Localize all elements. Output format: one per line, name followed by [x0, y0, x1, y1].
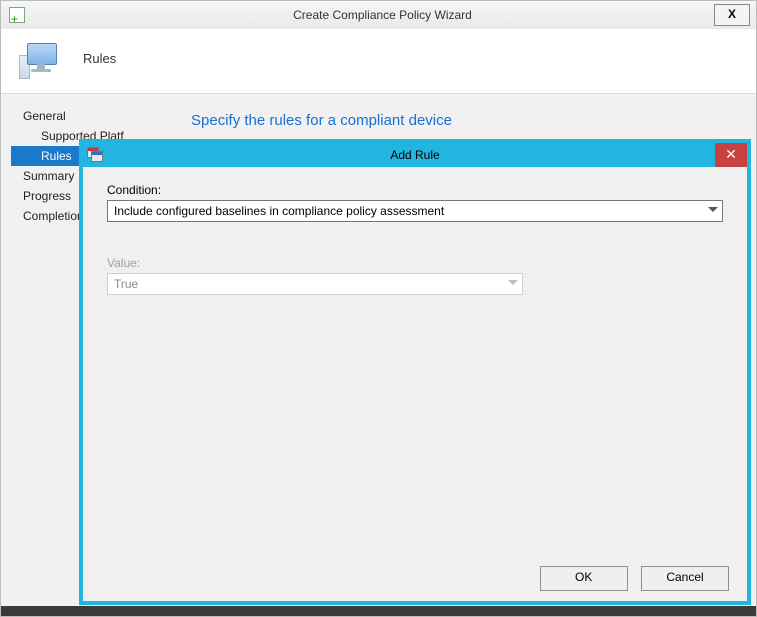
- ok-button[interactable]: OK: [540, 566, 628, 591]
- dialog-form-icon: [87, 147, 103, 163]
- add-rule-dialog: Add Rule ✕ Condition: Include configured…: [79, 139, 751, 605]
- value-dropdown: True: [107, 273, 523, 295]
- dialog-title: Add Rule: [390, 148, 439, 162]
- wizard-titlebar: Create Compliance Policy Wizard X: [1, 1, 756, 30]
- wizard-title: Create Compliance Policy Wizard: [293, 1, 472, 29]
- dialog-titlebar[interactable]: Add Rule ✕: [83, 143, 747, 167]
- dialog-button-row: OK Cancel: [530, 566, 729, 591]
- nav-item-general[interactable]: General: [11, 106, 169, 126]
- wizard-header-label: Rules: [83, 51, 116, 66]
- wizard-content-heading: Specify the rules for a compliant device: [191, 112, 452, 129]
- condition-dropdown[interactable]: Include configured baselines in complian…: [107, 200, 723, 222]
- wizard-header: Rules: [1, 29, 756, 94]
- wizard-window: Create Compliance Policy Wizard X Rules …: [0, 0, 757, 617]
- wizard-icon: [9, 7, 25, 23]
- value-label: Value:: [107, 256, 523, 270]
- wizard-close-button[interactable]: X: [714, 4, 750, 26]
- chevron-down-icon: [708, 205, 718, 215]
- chevron-down-icon: [508, 278, 518, 288]
- dialog-body: Condition: Include configured baselines …: [83, 167, 747, 561]
- condition-label: Condition:: [107, 183, 723, 197]
- condition-dropdown-value: Include configured baselines in complian…: [114, 204, 444, 218]
- computer-icon: [19, 39, 65, 81]
- cancel-button[interactable]: Cancel: [641, 566, 729, 591]
- value-dropdown-value: True: [114, 277, 138, 291]
- wizard-footer-bar: [1, 606, 756, 616]
- dialog-close-button[interactable]: ✕: [715, 143, 747, 167]
